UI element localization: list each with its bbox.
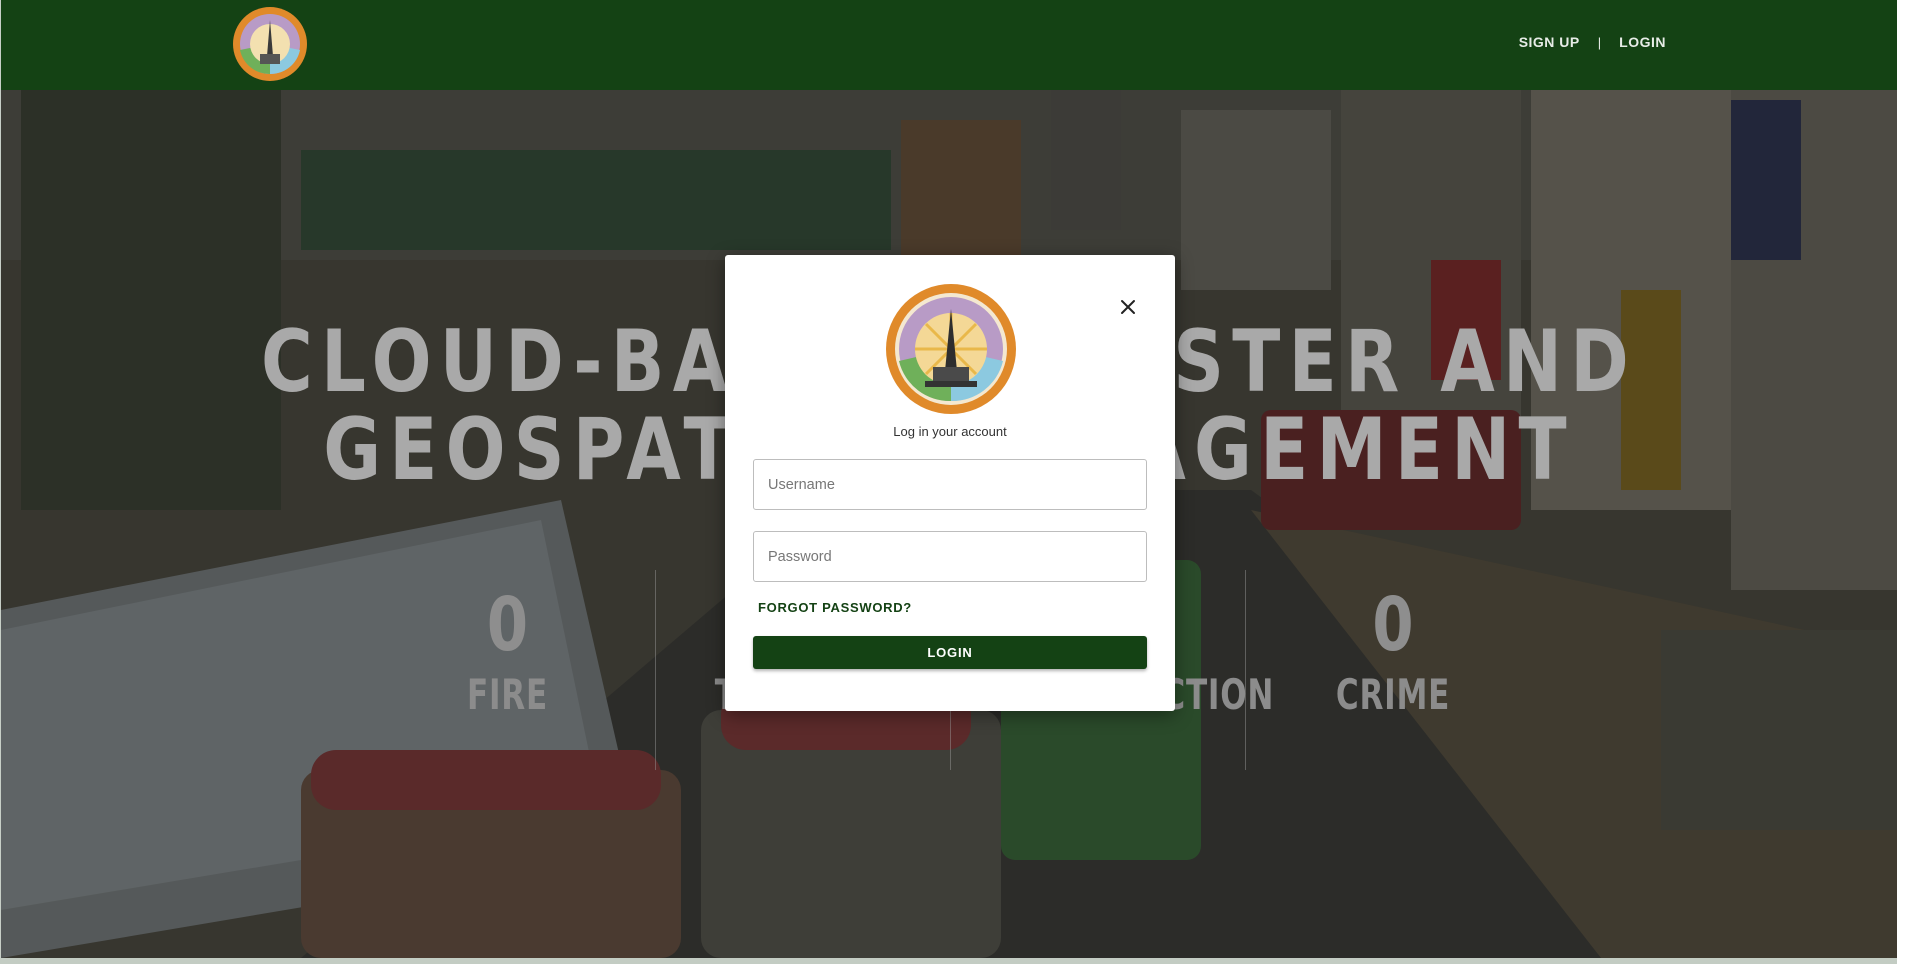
bottom-strip <box>0 958 1913 964</box>
password-input[interactable] <box>753 531 1147 582</box>
stat-fire: 0 FIRE <box>360 570 655 770</box>
login-button[interactable]: LOGIN <box>753 636 1147 669</box>
login-modal: Log in your account FORGOT PASSWORD? LOG… <box>725 255 1175 711</box>
nav-separator: | <box>1597 34 1602 50</box>
stat-value: 0 <box>1372 582 1414 668</box>
city-seal-logo <box>886 284 1016 414</box>
forgot-password-link[interactable]: FORGOT PASSWORD? <box>758 600 912 615</box>
top-navbar: SIGN UP | LOGIN <box>1 0 1897 90</box>
signup-link[interactable]: SIGN UP <box>1519 34 1580 50</box>
modal-subtitle: Log in your account <box>893 424 1007 439</box>
login-link[interactable]: LOGIN <box>1619 34 1666 50</box>
close-icon <box>1121 300 1135 314</box>
stat-label: FIRE <box>467 670 548 719</box>
stat-label: CRIME <box>1335 670 1451 719</box>
username-input[interactable] <box>753 459 1147 510</box>
stat-crime: 0 CRIME <box>1245 570 1540 770</box>
stat-value: 0 <box>486 582 529 668</box>
scrollbar-track[interactable] <box>1897 0 1913 964</box>
city-seal-logo[interactable] <box>232 6 308 82</box>
close-button[interactable] <box>1113 292 1143 322</box>
